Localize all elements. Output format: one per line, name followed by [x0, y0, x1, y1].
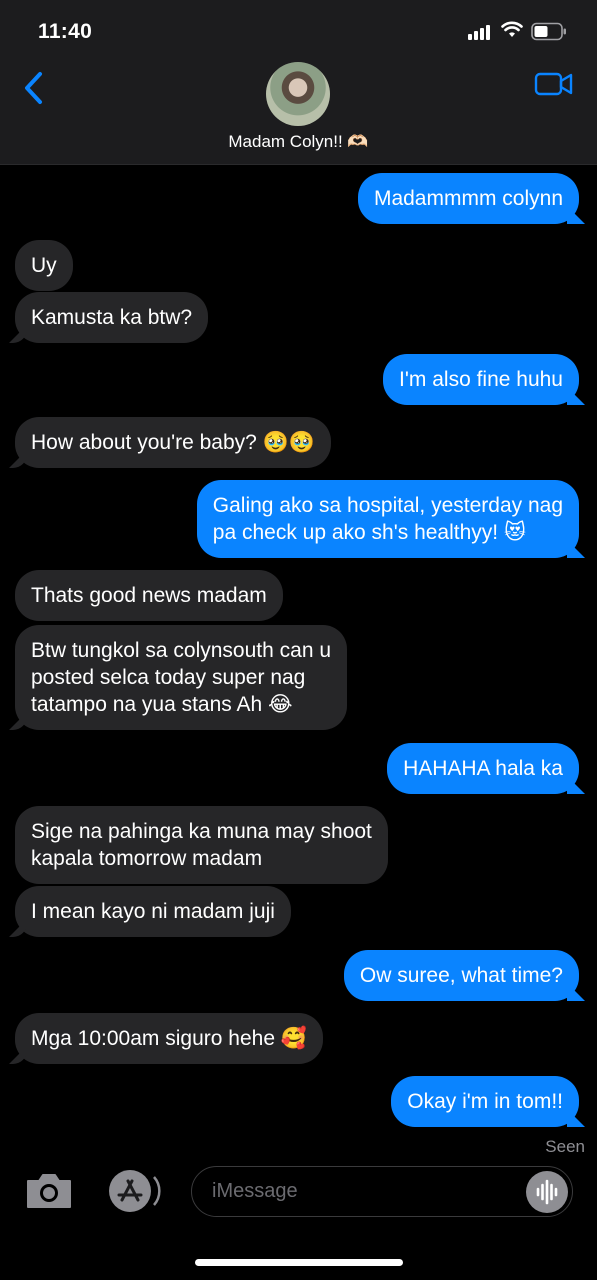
message-bubble-incoming[interactable]: How about you're baby? 🥹🥹	[15, 417, 331, 468]
message-bubble-outgoing[interactable]: I'm also fine huhu	[383, 354, 579, 405]
message-bubble-incoming[interactable]: Kamusta ka btw?	[15, 292, 209, 343]
message-bubble-incoming[interactable]: Thats good news madam	[15, 570, 283, 621]
status-time: 11:40	[38, 20, 93, 43]
voice-message-button[interactable]	[526, 1171, 568, 1213]
wifi-icon	[501, 21, 523, 37]
facetime-video-button[interactable]	[534, 70, 574, 98]
chevron-left-icon	[25, 72, 42, 104]
message-bubble-outgoing[interactable]: HAHAHA hala ka	[387, 743, 579, 794]
message-bubble-outgoing[interactable]: Ow suree, what time?	[343, 950, 579, 1001]
read-receipt: Seen	[545, 1137, 585, 1156]
message-bubble-incoming[interactable]: Sige na pahinga ka muna may shoot kapala…	[15, 806, 388, 884]
home-indicator[interactable]	[195, 1259, 403, 1266]
message-bubble-outgoing[interactable]: Galing ako sa hospital, yesterday nag pa…	[196, 480, 579, 558]
waveform-icon	[536, 1179, 558, 1205]
message-bubble-outgoing[interactable]: Okay i'm in tom!!	[391, 1076, 579, 1127]
message-bubble-incoming[interactable]: Mga 10:00am siguro hehe 🥰	[15, 1013, 323, 1064]
status-bar: 11:40	[0, 0, 597, 62]
message-thread[interactable]: Madammmm colynn Uy Kamusta ka btw? I'm a…	[0, 165, 597, 1155]
conversation-header: 11:40 Madam Colyn!! 🫶🏻	[0, 0, 597, 165]
camera-button[interactable]	[24, 1171, 74, 1211]
contact-name[interactable]: Madam Colyn!! 🫶🏻	[0, 132, 597, 152]
app-store-icon	[109, 1170, 161, 1212]
battery-icon	[531, 22, 566, 41]
message-bubble-incoming[interactable]: Btw tungkol sa colynsouth can u posted s…	[15, 625, 348, 730]
message-bubble-incoming[interactable]: Uy	[15, 240, 73, 291]
video-camera-icon	[534, 72, 573, 96]
app-store-button[interactable]	[105, 1167, 161, 1215]
message-bubble-outgoing[interactable]: Madammmm colynn	[357, 173, 579, 224]
cellular-signal-icon	[468, 24, 494, 40]
contact-avatar[interactable]	[266, 62, 330, 126]
back-button[interactable]	[20, 68, 50, 108]
imessage-input[interactable]	[191, 1166, 573, 1217]
camera-icon	[27, 1174, 71, 1208]
message-bubble-incoming[interactable]: I mean kayo ni madam juji	[15, 886, 291, 937]
